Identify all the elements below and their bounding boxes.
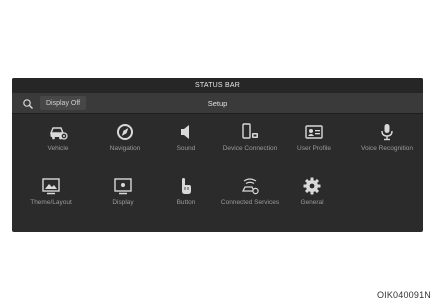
display-off-button[interactable]: Display Off bbox=[40, 96, 87, 110]
status-bar: STATUS BAR bbox=[12, 78, 423, 93]
menu-item-label: Connected Services bbox=[220, 199, 280, 206]
menu-item-general[interactable]: General bbox=[282, 170, 342, 222]
phone-connection-icon bbox=[240, 122, 260, 142]
menu-item-theme-layout[interactable]: Theme/Layout bbox=[21, 170, 81, 222]
page-title-text: Setup bbox=[207, 98, 228, 108]
menu-item-label: Navigation bbox=[109, 145, 141, 152]
menu-item-label: Button bbox=[176, 199, 196, 206]
menu-item-vehicle[interactable]: Vehicle bbox=[28, 116, 88, 168]
display-icon bbox=[113, 176, 133, 196]
menu-item-navigation[interactable]: Navigation bbox=[95, 116, 155, 168]
gear-icon bbox=[302, 176, 322, 196]
speaker-icon bbox=[176, 122, 196, 142]
status-bar-label: STATUS BAR bbox=[195, 82, 240, 89]
search-icon[interactable] bbox=[22, 97, 34, 109]
menu-item-label: Sound bbox=[176, 145, 196, 152]
menu-item-label: Device Connection bbox=[222, 145, 278, 152]
menu-item-user-profile[interactable]: User Profile bbox=[284, 116, 344, 168]
menu-item-label: Vehicle bbox=[47, 145, 69, 152]
theme-layout-icon bbox=[41, 176, 61, 196]
menu-item-sound[interactable]: Sound bbox=[156, 116, 216, 168]
car-settings-icon bbox=[48, 122, 68, 142]
compass-icon bbox=[115, 122, 135, 142]
menu-item-label: General bbox=[300, 199, 324, 206]
menu-item-display[interactable]: Display bbox=[93, 170, 153, 222]
menu-item-label: Display bbox=[112, 199, 134, 206]
microphone-icon bbox=[377, 122, 397, 142]
menu-item-label: Voice Recognition bbox=[360, 145, 414, 152]
setup-header: Display Off Setup bbox=[12, 93, 423, 114]
infotainment-screen: STATUS BAR Display Off Setup Vehicle Nav… bbox=[12, 78, 423, 232]
menu-item-label: User Profile bbox=[297, 145, 331, 152]
figure-caption: OIK040091N bbox=[376, 290, 431, 300]
display-off-label: Display Off bbox=[46, 99, 81, 107]
menu-item-label: Theme/Layout bbox=[30, 199, 72, 206]
menu-item-connected-services[interactable]: Connected Services bbox=[220, 170, 280, 222]
menu-item-device-connection[interactable]: Device Connection bbox=[220, 116, 280, 168]
setup-menu-grid: Vehicle Navigation Sound Device Connecti… bbox=[12, 114, 423, 232]
menu-item-voice-recognition[interactable]: Voice Recognition bbox=[357, 116, 417, 168]
connected-car-icon bbox=[240, 176, 260, 196]
profile-card-icon bbox=[304, 122, 324, 142]
menu-item-button[interactable]: Button bbox=[156, 170, 216, 222]
hand-button-icon bbox=[176, 176, 196, 196]
